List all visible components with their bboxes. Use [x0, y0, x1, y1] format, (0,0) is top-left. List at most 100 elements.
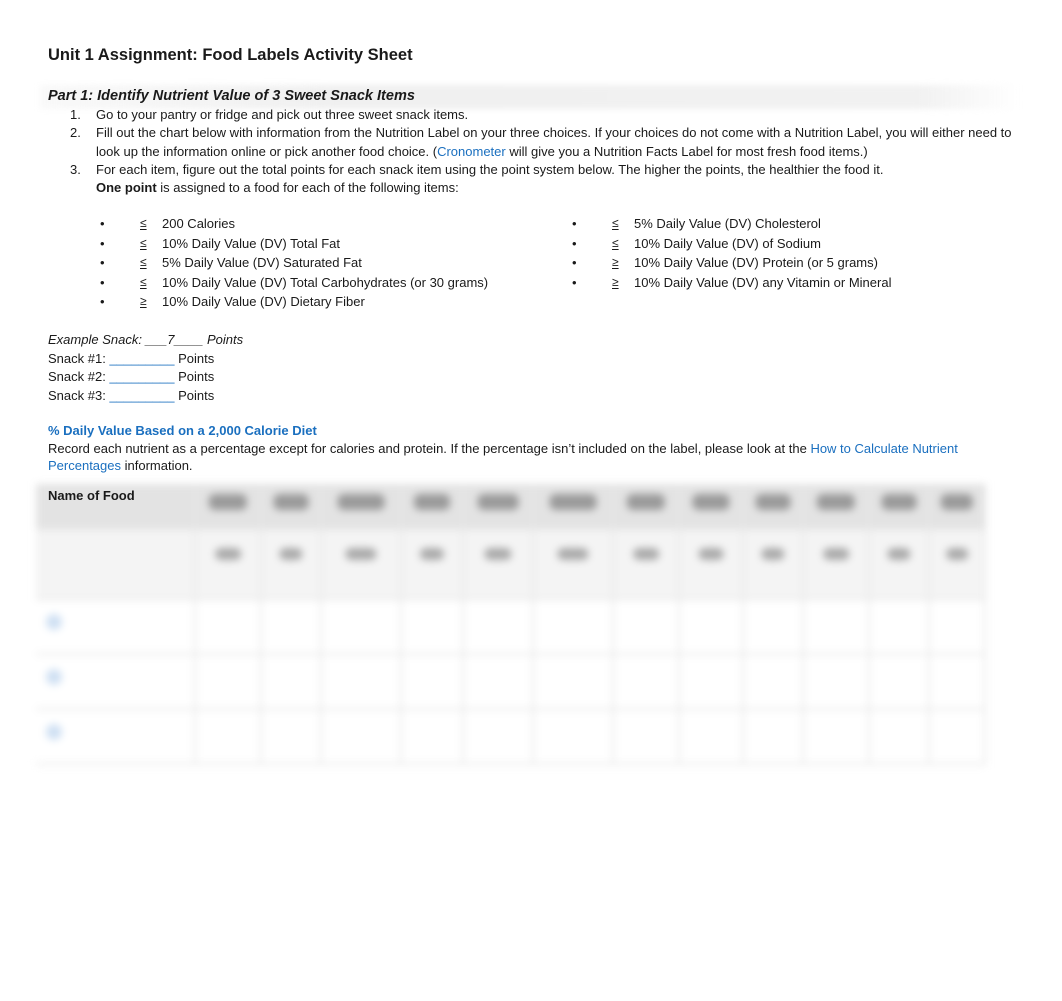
table-cell[interactable] — [804, 655, 870, 710]
one-point-bold: One point — [96, 180, 157, 196]
comparison-symbol: ≤ — [612, 235, 619, 250]
criteria-item: • ≤10% Daily Value (DV) of Sodium — [572, 234, 891, 254]
obscured-text — [698, 547, 724, 560]
table-cell[interactable] — [680, 600, 744, 655]
table-cell[interactable] — [402, 710, 464, 765]
bullet-icon: • — [100, 274, 105, 290]
table-cell[interactable] — [744, 600, 804, 655]
example-snack: Example Snack: ___7____ Points — [48, 332, 244, 347]
table-cell[interactable] — [680, 655, 744, 710]
comparison-symbol: ≥ — [140, 294, 147, 309]
table-cell[interactable] — [402, 600, 464, 655]
bullet-icon: • — [100, 294, 105, 310]
obscured-text — [692, 493, 730, 510]
table-cell — [322, 530, 402, 600]
table-cell[interactable] — [930, 710, 986, 765]
table-cell — [680, 530, 744, 600]
criteria-text: 10% Daily Value (DV) any Vitamin or Mine… — [634, 274, 892, 290]
snack-suffix: Points — [174, 369, 215, 384]
table-cell — [196, 530, 262, 600]
table-cell[interactable] — [804, 600, 870, 655]
table-cell[interactable] — [464, 600, 534, 655]
table-cell[interactable] — [196, 655, 262, 710]
snack-points: Example Snack: ___7____ Points Snack #1:… — [48, 331, 243, 405]
table-cell[interactable] — [36, 655, 196, 710]
list-item: 2. Fill out the chart below with informa… — [48, 124, 1028, 161]
obscured-text — [940, 493, 974, 510]
table-header-cell — [262, 484, 322, 530]
table-cell[interactable] — [614, 710, 680, 765]
table-cell[interactable] — [534, 710, 614, 765]
table-cell[interactable] — [402, 655, 464, 710]
snack-points-blank[interactable]: _________ — [109, 351, 174, 366]
obscured-text — [816, 493, 856, 510]
table-cell[interactable] — [744, 710, 804, 765]
instructions-list: 1. Go to your pantry or fridge and pick … — [48, 106, 1028, 197]
cronometer-link[interactable]: Cronometer — [437, 144, 506, 159]
obscured-text — [484, 547, 512, 560]
table-cell[interactable] — [534, 655, 614, 710]
nutrient-table: Name of Food — [36, 484, 986, 769]
table-cell[interactable] — [36, 710, 196, 765]
table-cell[interactable] — [262, 655, 322, 710]
criteria-text: 10% Daily Value (DV) Total Fat — [162, 235, 340, 251]
table-cell[interactable] — [322, 655, 402, 710]
table-cell[interactable] — [614, 655, 680, 710]
obscured-text — [626, 493, 666, 510]
bullet-icon: • — [100, 216, 105, 231]
obscured-text — [208, 493, 248, 510]
table-cell[interactable] — [464, 655, 534, 710]
snack-suffix: Points — [174, 350, 215, 366]
obscured-text — [477, 493, 519, 510]
obscured-text — [215, 547, 241, 560]
table-header-cell — [322, 484, 402, 530]
bullet-icon: • — [572, 274, 577, 290]
obscured-text — [420, 547, 444, 560]
table-header-name-of-food: Name of Food — [48, 488, 135, 503]
table-cell[interactable] — [614, 600, 680, 655]
table-cell — [402, 530, 464, 600]
criteria-item: • ≤200 Calories — [100, 214, 488, 234]
table-header-cell — [804, 484, 870, 530]
table-cell[interactable] — [464, 710, 534, 765]
table-cell[interactable] — [36, 600, 196, 655]
table-cell[interactable] — [804, 710, 870, 765]
snack-points-blank[interactable]: _________ — [109, 369, 174, 384]
comparison-symbol: ≥ — [612, 274, 619, 289]
table-cell[interactable] — [680, 710, 744, 765]
table-cell — [464, 530, 534, 600]
table-cell[interactable] — [930, 600, 986, 655]
table-cell[interactable] — [322, 600, 402, 655]
obscured-text — [633, 547, 659, 560]
table-cell[interactable] — [870, 600, 930, 655]
table-header-cell — [930, 484, 986, 530]
daily-value-instructions: Record each nutrient as a percentage exc… — [48, 441, 968, 474]
criteria-text: 10% Daily Value (DV) Total Carbohydrates… — [162, 274, 489, 290]
table-cell[interactable] — [262, 710, 322, 765]
table-cell — [744, 530, 804, 600]
table-header-cell — [614, 484, 680, 530]
criteria-text: 10% Daily Value (DV) of Sodium — [634, 235, 821, 251]
table-grid — [36, 484, 986, 769]
bullet-icon: • — [572, 235, 577, 251]
table-cell[interactable] — [930, 655, 986, 710]
table-cell[interactable] — [322, 710, 402, 765]
dv-text-part: information. — [121, 457, 193, 473]
table-cell[interactable] — [870, 710, 930, 765]
obscured-text — [946, 547, 968, 560]
obscured-text — [414, 493, 450, 510]
table-cell[interactable] — [196, 710, 262, 765]
table-cell[interactable] — [870, 655, 930, 710]
obscured-text — [345, 547, 377, 560]
table-cell[interactable] — [262, 600, 322, 655]
table-cell[interactable] — [534, 600, 614, 655]
table-header-cell — [402, 484, 464, 530]
table-cell[interactable] — [744, 655, 804, 710]
criteria-item: • ≤5% Daily Value (DV) Saturated Fat — [100, 253, 488, 273]
snack-points-blank[interactable]: _________ — [109, 388, 174, 403]
table-cell — [614, 530, 680, 600]
table-cell[interactable] — [196, 600, 262, 655]
comparison-symbol: ≤ — [140, 274, 147, 289]
comparison-symbol: ≥ — [612, 255, 619, 270]
list-item: 1. Go to your pantry or fridge and pick … — [48, 106, 1028, 124]
